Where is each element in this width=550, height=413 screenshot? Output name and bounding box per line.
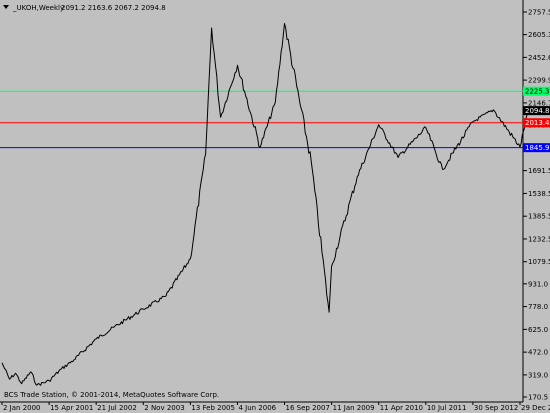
x-tick-label: 21 Jul 2002 [97,404,137,412]
chart: 2757.52605.32452.62299.92146.71999.01851… [0,0,550,413]
x-tick-label: 11 Apr 2010 [380,404,423,412]
x-tick-label: 2 Jan 2000 [3,404,41,412]
y-tick-label: 2605.3 [528,31,550,39]
x-tick-label: 15 Apr 2001 [50,404,93,412]
symbol-label: _UKOH,Weekly [12,4,64,12]
y-tick-label: 472.0 [528,349,548,357]
y-tick-label: 2452.6 [528,54,550,62]
x-tick-label: 30 Sep 2012 [474,404,518,412]
y-tick-label: 170.5 [528,394,548,402]
y-tick-label: 1232.5 [528,235,550,243]
x-tick-label: 13 Feb 2005 [191,404,235,412]
x-tick-label: 4 Jun 2006 [238,404,276,412]
x-tick-label: 2 Nov 2003 [144,404,184,412]
y-tick-label: 2757.5 [528,9,550,17]
y-tick-label: 1691.5 [528,167,550,175]
y-tick-label: 319.0 [528,371,548,379]
copyright-text: BCS Trade Station, © 2001-2014, MetaQuot… [4,391,219,399]
chart-background [0,0,550,413]
y-tick-label: 1385.5 [528,213,550,221]
chart-header: _UKOH,Weekly 2091.2 2163.6 2067.2 2094.8 [3,4,166,12]
x-tick-label: 29 Dec 2013 [521,404,550,412]
y-tick-label: 2299.9 [528,77,550,85]
y-tick-label: 1538.5 [528,190,550,198]
ohlc-values: 2091.2 2163.6 2067.2 2094.8 [61,4,166,12]
current-price-label: 2094.8 [525,107,550,115]
price-chart-svg[interactable]: 2757.52605.32452.62299.92146.71999.01851… [0,0,550,413]
level-tag-label: 1845.9 [525,144,550,152]
y-tick-label: 625.0 [528,326,548,334]
x-tick-label: 10 Jul 2011 [427,404,467,412]
x-tick-label: 11 Jan 2009 [333,404,375,412]
y-tick-label: 1079.5 [528,258,550,266]
y-tick-label: 778.0 [528,303,548,311]
level-tag-label: 2225.3 [525,88,550,96]
x-tick-label: 16 Sep 2007 [286,404,330,412]
y-tick-label: 931.0 [528,280,548,288]
level-tag-label: 2013.4 [525,119,550,127]
